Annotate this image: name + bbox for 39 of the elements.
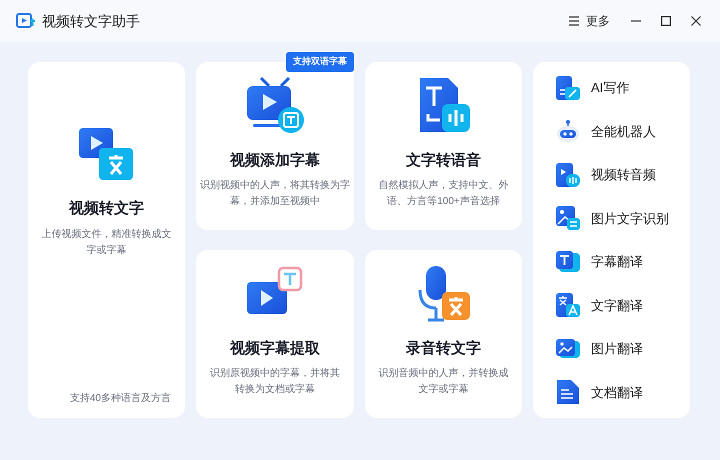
- feature-description: 识别音频中的人声，并转换成文字或字幕: [378, 366, 510, 397]
- tool-item[interactable]: 视频转音频: [555, 162, 690, 188]
- close-icon: [691, 16, 701, 26]
- feature-card[interactable]: 视频字幕提取 识别原视频中的字幕，并将其转换为文档或字幕: [196, 250, 354, 418]
- app-logo-icon: [16, 13, 36, 29]
- tool-item[interactable]: 图片文字识别: [555, 205, 690, 232]
- more-menu-button[interactable]: 更多: [568, 12, 610, 30]
- feature-footnote: 支持40多种语言及方言: [70, 392, 171, 406]
- tool-item[interactable]: 全能机器人: [555, 118, 690, 144]
- feature-title: 文字转语音: [406, 150, 481, 170]
- maximize-button[interactable]: [658, 13, 674, 29]
- window-title: 视频转文字助手: [42, 12, 140, 30]
- menu-icon: [568, 16, 580, 26]
- feature-description: 自然模拟人声，支持中文、外语、方言等100+声音选择: [378, 178, 510, 209]
- writing-icon: [555, 74, 581, 101]
- tool-item[interactable]: 图片翻译: [555, 336, 690, 362]
- feature-title: 视频添加字幕: [230, 150, 320, 170]
- feature-card[interactable]: 视频转文字 上传视频文件，精准转换成文字或字幕 支持40多种语言及方言: [28, 62, 185, 418]
- feature-description: 上传视频文件，精准转换成文字或字幕: [40, 228, 172, 258]
- tool-item[interactable]: 文字翻译: [555, 292, 690, 318]
- feature-title: 录音转文字: [406, 338, 481, 358]
- tool-item[interactable]: AI写作: [555, 74, 690, 101]
- subtitle-icon: [555, 248, 581, 275]
- video-audio-icon: [555, 162, 581, 188]
- translate-icon: [555, 292, 581, 318]
- image-text-icon: [555, 205, 581, 232]
- feature-title: 视频字幕提取: [230, 338, 320, 358]
- minimize-icon: [631, 20, 641, 22]
- feature-description: 识别视频中的人声，将其转换为字幕，并添加至视频中: [199, 178, 351, 209]
- feature-badge: 支持双语字幕: [286, 52, 354, 72]
- robot-icon: [555, 118, 581, 144]
- feature-description: 识别原视频中的字幕，并将其转换为文档或字幕: [209, 366, 341, 397]
- feature-title: 视频转文字: [69, 199, 144, 219]
- tool-item[interactable]: 文档翻译: [555, 379, 690, 406]
- feature-card[interactable]: 录音转文字 识别音频中的人声，并转换成文字或字幕: [365, 250, 522, 418]
- maximize-icon: [661, 16, 671, 26]
- tool-item[interactable]: 字幕翻译: [555, 248, 690, 275]
- feature-card[interactable]: 文字转语音 自然模拟人声，支持中文、外语、方言等100+声音选择: [365, 62, 522, 230]
- document-icon: [555, 379, 581, 406]
